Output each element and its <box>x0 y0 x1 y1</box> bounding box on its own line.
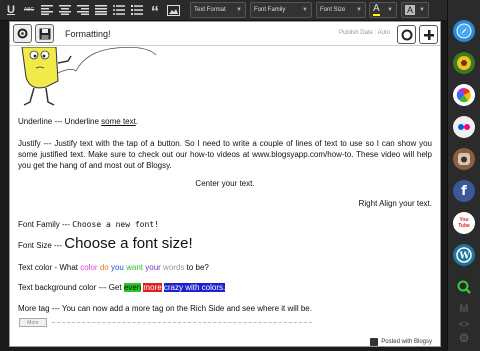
bullet-list-button[interactable] <box>111 2 127 18</box>
underline-prefix: Underline --- Underline <box>18 117 102 126</box>
text-color-paragraph: Text color - What color do you want your… <box>18 263 432 272</box>
numbered-list-icon <box>131 5 143 15</box>
publish-date[interactable]: Publish Date : Auto <box>339 30 390 36</box>
font-color-icon: A <box>373 3 380 16</box>
chevron-down-icon: ▼ <box>236 7 242 13</box>
posted-with-badge: Posted with Blogsy <box>370 338 432 346</box>
more-separator <box>52 322 312 323</box>
tools-button[interactable] <box>13 24 32 43</box>
sunflower-icon[interactable] <box>453 52 475 74</box>
align-center-button[interactable] <box>57 2 73 18</box>
youtube-icon[interactable]: You Tube <box>453 212 475 234</box>
strikethrough-button[interactable]: ABC <box>21 2 37 18</box>
colored-word: want <box>126 263 144 272</box>
wordpress-icon[interactable]: W <box>453 244 475 266</box>
quote-button[interactable]: “ <box>147 2 163 20</box>
text-format-label: Text Format <box>194 7 226 13</box>
circle-icon <box>401 29 412 40</box>
font-family-paragraph: Font Family --- Choose a new font! <box>18 220 432 229</box>
font-family-label: Font Family <box>254 7 286 13</box>
chevron-down-icon: ▼ <box>356 7 362 13</box>
format-toolbar: U ABC “ Text Format ▼ Font Family ▼ Font… <box>0 0 447 21</box>
image-button[interactable] <box>165 2 181 18</box>
align-right-icon <box>77 5 89 15</box>
highlighted-word: crazy with colors. <box>163 283 226 292</box>
font-family-sample: Choose a new font! <box>72 220 159 229</box>
background-color-paragraph: Text background color --- Get even more … <box>18 283 432 292</box>
colored-word: color <box>80 263 98 272</box>
flickr-icon[interactable] <box>453 116 475 138</box>
editor-panel: Formatting! Publish Date : Auto Underlin… <box>9 21 441 347</box>
more-button[interactable]: More <box>19 318 47 327</box>
center-paragraph: Center your text. <box>195 179 255 188</box>
highlighted-word: even <box>123 283 142 292</box>
font-family-dropdown[interactable]: Font Family ▼ <box>250 2 312 18</box>
bg-prefix: Text background color --- Get <box>18 283 124 292</box>
editor-header: Formatting! Publish Date : Auto <box>10 22 440 46</box>
font-family-prefix: Font Family --- <box>18 220 73 229</box>
font-size-prefix: Font Size --- <box>18 241 65 250</box>
underline-button[interactable]: U <box>3 2 19 18</box>
facebook-icon[interactable]: f <box>453 180 475 202</box>
right-paragraph: Right Align your text. <box>358 199 432 208</box>
posted-label: Posted with Blogsy <box>381 339 432 345</box>
align-right-button[interactable] <box>75 2 91 18</box>
instagram-icon[interactable] <box>453 148 475 170</box>
image-icon <box>166 4 180 16</box>
justify-icon <box>95 5 107 15</box>
colored-word: you <box>110 263 124 272</box>
font-size-sample: Choose a font size! <box>64 235 193 252</box>
text-format-dropdown[interactable]: Text Format ▼ <box>190 2 246 18</box>
highlighted-word: more <box>143 283 162 292</box>
blogsy-logo-icon <box>370 338 379 346</box>
picasa-icon[interactable] <box>453 84 475 106</box>
settings-icon[interactable]: ⚙ <box>453 327 475 349</box>
chevron-down-icon: ▼ <box>302 7 308 13</box>
wrench-gear-icon <box>17 28 28 39</box>
colored-word: your <box>145 263 161 272</box>
safari-icon[interactable] <box>453 20 475 42</box>
background-color-button[interactable]: A ▼ <box>401 2 429 18</box>
media-sidebar: f You Tube W M <> ⚙ <box>447 0 480 351</box>
font-color-button[interactable]: A ▼ <box>369 2 397 18</box>
numbered-list-button[interactable] <box>129 2 145 18</box>
font-size-label: Font Size <box>320 7 346 13</box>
plus-icon <box>423 29 434 40</box>
background-color-icon: A <box>405 5 416 15</box>
justify-paragraph: Justify --- Justify text with the tap of… <box>18 139 432 170</box>
post-title[interactable]: Formatting! <box>65 29 111 39</box>
colored-word: words <box>163 263 185 272</box>
save-button[interactable] <box>35 24 54 43</box>
floppy-disk-icon <box>39 28 50 39</box>
mascot-illustration <box>21 47 157 106</box>
more-tag-paragraph: More tag --- You can now add a more tag … <box>18 304 312 313</box>
chevron-down-icon: ▼ <box>387 7 393 13</box>
underline-suffix: . <box>135 117 139 126</box>
add-button[interactable] <box>419 25 438 44</box>
align-center-icon <box>59 5 71 15</box>
align-left-button[interactable] <box>39 2 55 18</box>
text-color-suffix: to be? <box>184 263 209 272</box>
underlined-text: some text <box>101 117 136 126</box>
font-size-paragraph: Font Size --- Choose a font size! <box>18 235 432 252</box>
bullet-list-icon <box>113 5 125 15</box>
text-color-prefix: Text color - What <box>18 263 81 272</box>
justify-button[interactable] <box>93 2 109 18</box>
preview-button[interactable] <box>397 25 416 44</box>
chevron-down-icon: ▼ <box>419 7 425 13</box>
post-content[interactable]: Underline --- Underline some text. Justi… <box>10 47 440 346</box>
search-icon[interactable] <box>453 276 475 298</box>
colored-word: do <box>99 263 109 272</box>
svg-text:W: W <box>459 252 471 262</box>
align-left-icon <box>41 5 53 15</box>
underline-paragraph: Underline --- Underline some text. <box>18 117 432 126</box>
font-size-dropdown[interactable]: Font Size ▼ <box>316 2 366 18</box>
